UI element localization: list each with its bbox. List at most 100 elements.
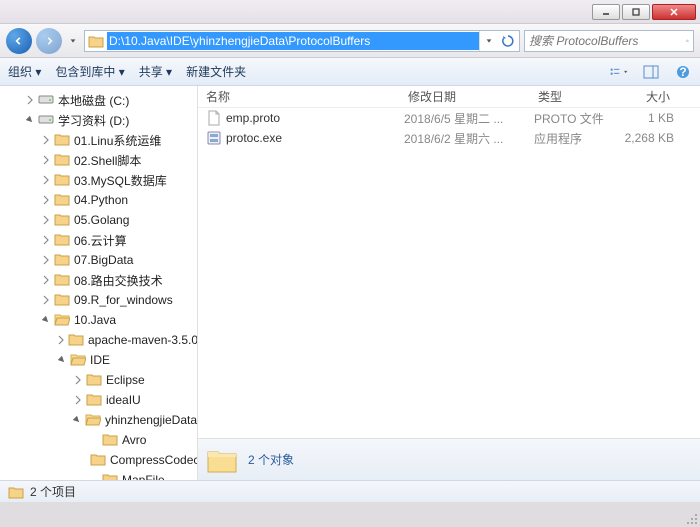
- expander-icon[interactable]: [40, 274, 52, 286]
- tree-item-label: CompressCodec: [110, 453, 198, 467]
- expander-icon[interactable]: [88, 434, 100, 446]
- folder-icon: [8, 485, 24, 499]
- search-input[interactable]: [529, 34, 686, 48]
- tree-item-label: Eclipse: [106, 373, 145, 387]
- tree-item[interactable]: apache-maven-3.5.0: [0, 330, 197, 350]
- expander-icon[interactable]: [40, 294, 52, 306]
- file-date: 2018/6/5 星期二 ...: [404, 110, 534, 127]
- details-pane: 2 个对象: [198, 438, 700, 480]
- tree-item[interactable]: 03.MySQL数据库: [0, 170, 197, 190]
- tree-item[interactable]: yhinzhengjieData: [0, 410, 197, 430]
- command-toolbar: 组织 ▾ 包含到库中 ▾ 共享 ▾ 新建文件夹 ?: [0, 58, 700, 86]
- tree-item[interactable]: 01.Linu系统运维: [0, 130, 197, 150]
- path-input[interactable]: [107, 32, 479, 50]
- close-button[interactable]: [652, 4, 696, 20]
- tree-item-label: 01.Linu系统运维: [74, 132, 161, 149]
- folder-icon: [54, 252, 74, 269]
- expander-icon[interactable]: [56, 334, 66, 346]
- navigation-bar: [0, 24, 700, 58]
- tree-item-label: 06.云计算: [74, 232, 127, 249]
- tree-item[interactable]: ideaIU: [0, 390, 197, 410]
- file-date: 2018/6/2 星期六 ...: [404, 130, 534, 147]
- file-name: emp.proto: [226, 111, 404, 125]
- navigation-tree[interactable]: 本地磁盘 (C:)学习资料 (D:)01.Linu系统运维02.Shell脚本0…: [0, 86, 198, 480]
- expander-icon[interactable]: [40, 174, 52, 186]
- view-options-button[interactable]: [610, 63, 628, 81]
- tree-item-label: 04.Python: [74, 193, 128, 207]
- tree-item[interactable]: 04.Python: [0, 190, 197, 210]
- tree-item-label: 10.Java: [74, 313, 116, 327]
- include-in-library-menu[interactable]: 包含到库中 ▾: [55, 63, 124, 80]
- file-row[interactable]: emp.proto2018/6/5 星期二 ...PROTO 文件1 KB: [198, 108, 700, 128]
- file-name: protoc.exe: [226, 131, 404, 145]
- history-dropdown[interactable]: [66, 28, 80, 54]
- folder-icon: [86, 372, 106, 389]
- folder-icon: [86, 392, 106, 409]
- tree-item[interactable]: 02.Shell脚本: [0, 150, 197, 170]
- tree-item[interactable]: 05.Golang: [0, 210, 197, 230]
- folder-icon: [54, 292, 74, 309]
- tree-item[interactable]: 06.云计算: [0, 230, 197, 250]
- refresh-button[interactable]: [497, 30, 519, 52]
- address-bar[interactable]: [84, 30, 520, 52]
- tree-item-label: yhinzhengjieData: [105, 413, 197, 427]
- expander-icon[interactable]: [40, 194, 52, 206]
- resize-grip[interactable]: [686, 513, 698, 525]
- expander-icon[interactable]: [24, 94, 36, 106]
- help-button[interactable]: ?: [674, 63, 692, 81]
- share-menu[interactable]: 共享 ▾: [139, 63, 172, 80]
- tree-item[interactable]: 学习资料 (D:): [0, 110, 197, 130]
- window-titlebar: [0, 0, 700, 24]
- back-button[interactable]: [6, 28, 32, 54]
- tree-item[interactable]: 08.路由交换技术: [0, 270, 197, 290]
- expander-icon[interactable]: [72, 394, 84, 406]
- file-size: 1 KB: [616, 111, 686, 125]
- tree-item-label: 05.Golang: [74, 213, 129, 227]
- expander-icon[interactable]: [40, 234, 52, 246]
- tree-item[interactable]: CompressCodec: [0, 450, 197, 470]
- search-box[interactable]: [524, 30, 694, 52]
- expander-icon[interactable]: [40, 154, 52, 166]
- tree-item[interactable]: IDE: [0, 350, 197, 370]
- expander-icon[interactable]: [72, 414, 83, 426]
- column-date[interactable]: 修改日期: [400, 88, 530, 105]
- exe-icon: [206, 130, 222, 146]
- folder-open-icon: [85, 412, 105, 429]
- file-size: 2,268 KB: [616, 131, 686, 145]
- folder-icon: [54, 192, 74, 209]
- tree-item[interactable]: 09.R_for_windows: [0, 290, 197, 310]
- status-bar: 2 个项目: [0, 480, 700, 502]
- column-name[interactable]: 名称: [198, 88, 400, 105]
- column-size[interactable]: 大小: [612, 88, 682, 105]
- expander-icon[interactable]: [40, 214, 52, 226]
- tree-item[interactable]: Eclipse: [0, 370, 197, 390]
- new-folder-button[interactable]: 新建文件夹: [186, 63, 246, 80]
- file-type: PROTO 文件: [534, 110, 616, 127]
- file-list-pane: 名称 修改日期 类型 大小 emp.proto2018/6/5 星期二 ...P…: [198, 86, 700, 480]
- expander-icon[interactable]: [40, 254, 52, 266]
- tree-item-label: 02.Shell脚本: [74, 152, 141, 169]
- expander-icon[interactable]: [40, 134, 52, 146]
- tree-item[interactable]: Avro: [0, 430, 197, 450]
- expander-icon[interactable]: [40, 314, 52, 326]
- column-type[interactable]: 类型: [530, 88, 612, 105]
- tree-item[interactable]: 本地磁盘 (C:): [0, 90, 197, 110]
- organize-menu[interactable]: 组织 ▾: [8, 63, 41, 80]
- expander-icon[interactable]: [56, 354, 68, 366]
- folder-icon: [54, 152, 74, 169]
- folder-open-icon: [54, 312, 74, 329]
- tree-item[interactable]: 07.BigData: [0, 250, 197, 270]
- path-dropdown[interactable]: [479, 31, 497, 51]
- expander-icon[interactable]: [72, 374, 84, 386]
- file-row[interactable]: protoc.exe2018/6/2 星期六 ...应用程序2,268 KB: [198, 128, 700, 148]
- tree-item[interactable]: MapFile: [0, 470, 197, 480]
- folder-icon: [54, 132, 74, 149]
- forward-button[interactable]: [36, 28, 62, 54]
- status-text: 2 个项目: [30, 483, 76, 500]
- expander-icon[interactable]: [24, 114, 36, 126]
- maximize-button[interactable]: [622, 4, 650, 20]
- preview-pane-button[interactable]: [642, 63, 660, 81]
- minimize-button[interactable]: [592, 4, 620, 20]
- tree-item[interactable]: 10.Java: [0, 310, 197, 330]
- expander-icon[interactable]: [88, 474, 100, 480]
